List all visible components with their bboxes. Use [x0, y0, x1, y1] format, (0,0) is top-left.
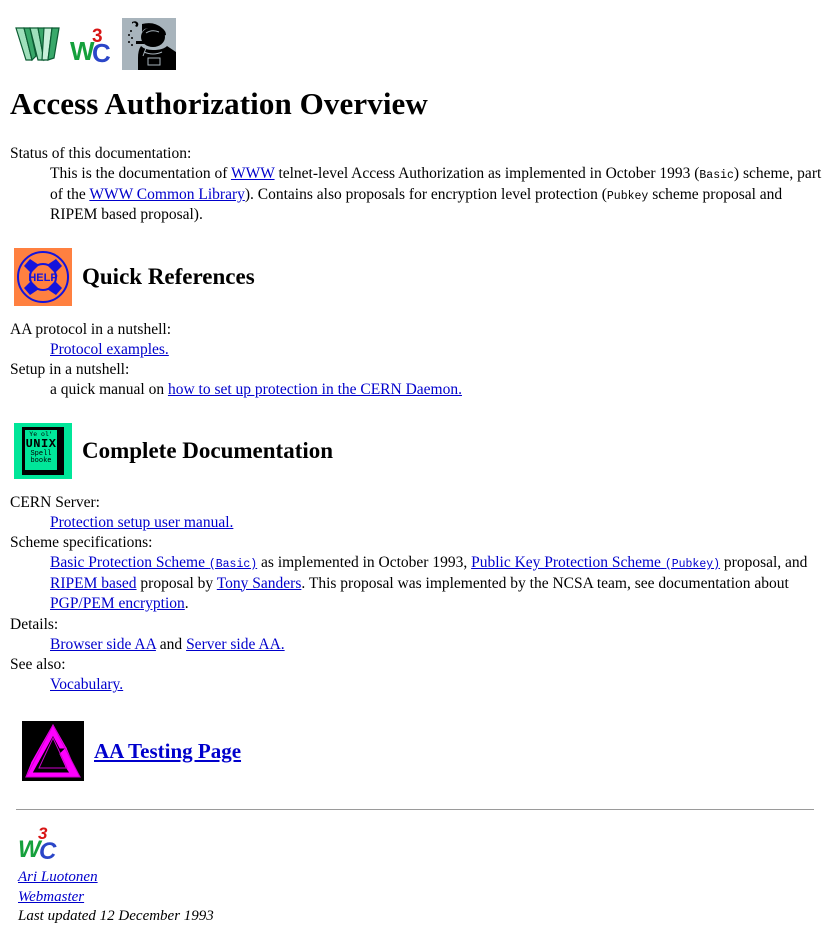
link-www-common-library[interactable]: WWW Common Library [89, 186, 245, 203]
link-pubkey-mono: (Pubkey) [664, 557, 721, 571]
complete-documentation-list: CERN Server: Protection setup user manua… [10, 493, 822, 696]
link-protocol-examples[interactable]: Protocol examples. [50, 341, 169, 358]
qr-def-0: Protocol examples. [50, 340, 822, 360]
quick-references-list: AA protocol in a nutshell: Protocol exam… [10, 320, 822, 401]
link-pgp-pem-encryption[interactable]: PGP/PEM encryption [50, 595, 185, 612]
see-also-def: Vocabulary. [50, 675, 822, 695]
status-mono-basic: Basic [699, 169, 734, 183]
help-icon-label: HELP [28, 272, 57, 284]
details-term: Details: [10, 615, 59, 633]
link-www[interactable]: WWW [231, 165, 275, 182]
link-ari-luotonen[interactable]: Ari Luotonen [18, 869, 98, 885]
link-public-key-protection-scheme[interactable]: Public Key Protection Scheme (Pubkey) [471, 554, 720, 571]
scheme-text-2: proposal, and [720, 553, 808, 571]
cern-server-def: Protection setup user manual. [50, 513, 822, 533]
status-text-1: This is the documentation of [50, 165, 231, 183]
footer-w3c-c-glyph: C [39, 838, 57, 864]
book-page: Ye ol' UNIX Spell booke [24, 428, 58, 471]
scheme-specs-term: Scheme specifications: [10, 533, 153, 551]
www-logo-icon[interactable] [14, 24, 66, 70]
status-term: Status of this documentation: [10, 145, 192, 162]
link-browser-side-aa[interactable]: Browser side AA [50, 636, 156, 653]
link-tony-sanders[interactable]: Tony Sanders [217, 575, 302, 592]
link-protection-setup-manual[interactable]: Protection setup user manual. [50, 514, 233, 531]
quick-references-heading-row: HELP Quick References [14, 247, 822, 306]
penrose-triangle-icon[interactable] [22, 721, 84, 782]
details-joiner: and [155, 635, 187, 653]
scheme-text-4: . This proposal was implemented by the N… [301, 574, 789, 592]
see-also-term: See also: [10, 656, 66, 674]
w3c-footer-logo-icon[interactable]: W 3 C [18, 824, 66, 865]
link-basic-protection-scheme[interactable]: Basic Protection Scheme (Basic) [50, 554, 257, 571]
unix-spell-book-icon[interactable]: Ye ol' UNIX Spell booke [14, 422, 72, 479]
link-cern-daemon-setup[interactable]: how to set up protection in the CERN Dae… [168, 381, 462, 398]
header-logo-strip: W 3 C [14, 12, 822, 70]
status-paragraph: This is the documentation of WWW telnet-… [50, 164, 822, 226]
cern-server-term: CERN Server: [10, 493, 100, 511]
status-block: Status of this documentation: This is th… [10, 144, 822, 226]
link-vocabulary[interactable]: Vocabulary. [50, 676, 123, 693]
w3c-logo-icon[interactable]: W 3 C [70, 24, 118, 68]
link-aa-testing-page[interactable]: AA Testing Page [94, 739, 241, 764]
scheme-text-5: . [184, 595, 189, 613]
status-text-4: ). Contains also proposals for encryptio… [244, 185, 607, 203]
footer-role-line: Webmaster [18, 888, 822, 908]
page-title: Access Authorization Overview [10, 86, 428, 121]
qr-lead-1: a quick manual on [50, 381, 168, 399]
detective-logo-icon[interactable] [122, 18, 176, 70]
help-life-ring-icon[interactable]: HELP [14, 247, 72, 306]
link-basic-label: Basic Protection Scheme [50, 553, 205, 571]
status-mono-pubkey: Pubkey [606, 189, 649, 203]
scheme-specs-def: Basic Protection Scheme (Basic) as imple… [50, 553, 822, 615]
link-ripem-based[interactable]: RIPEM based [50, 575, 137, 592]
link-pubkey-label: Public Key Protection Scheme [471, 553, 661, 571]
complete-documentation-heading: Complete Documentation [82, 438, 334, 464]
footer-divider [16, 809, 814, 811]
status-text-2: telnet-level Access Authorization as imp… [274, 165, 700, 183]
w3c-c-glyph: C [92, 38, 111, 68]
quick-references-heading: Quick References [82, 264, 255, 290]
footer-author-line: Ari Luotonen [18, 868, 822, 888]
page-root: W 3 C Access Authorization Overview Stat… [0, 0, 830, 927]
link-basic-mono: (Basic) [208, 557, 258, 571]
details-def: Browser side AA and Server side AA. [50, 635, 822, 655]
qr-term-0: AA protocol in a nutshell: [10, 320, 172, 338]
scheme-text-3: proposal by [136, 574, 217, 592]
link-server-side-aa[interactable]: Server side AA. [186, 636, 285, 653]
qr-def-1: a quick manual on how to set up protecti… [50, 380, 822, 400]
complete-documentation-heading-row: Ye ol' UNIX Spell booke Complete Documen… [14, 422, 822, 479]
scheme-text-1: as implemented in October 1993, [257, 553, 472, 571]
book-line-3: booke [30, 457, 52, 466]
footer: W 3 C Ari Luotonen Webmaster Last update… [18, 824, 822, 927]
link-webmaster[interactable]: Webmaster [18, 889, 84, 905]
qr-term-1: Setup in a nutshell: [10, 361, 130, 379]
aa-testing-row: AA Testing Page [22, 721, 822, 782]
footer-last-updated: Last updated 12 December 1993 [18, 908, 214, 925]
